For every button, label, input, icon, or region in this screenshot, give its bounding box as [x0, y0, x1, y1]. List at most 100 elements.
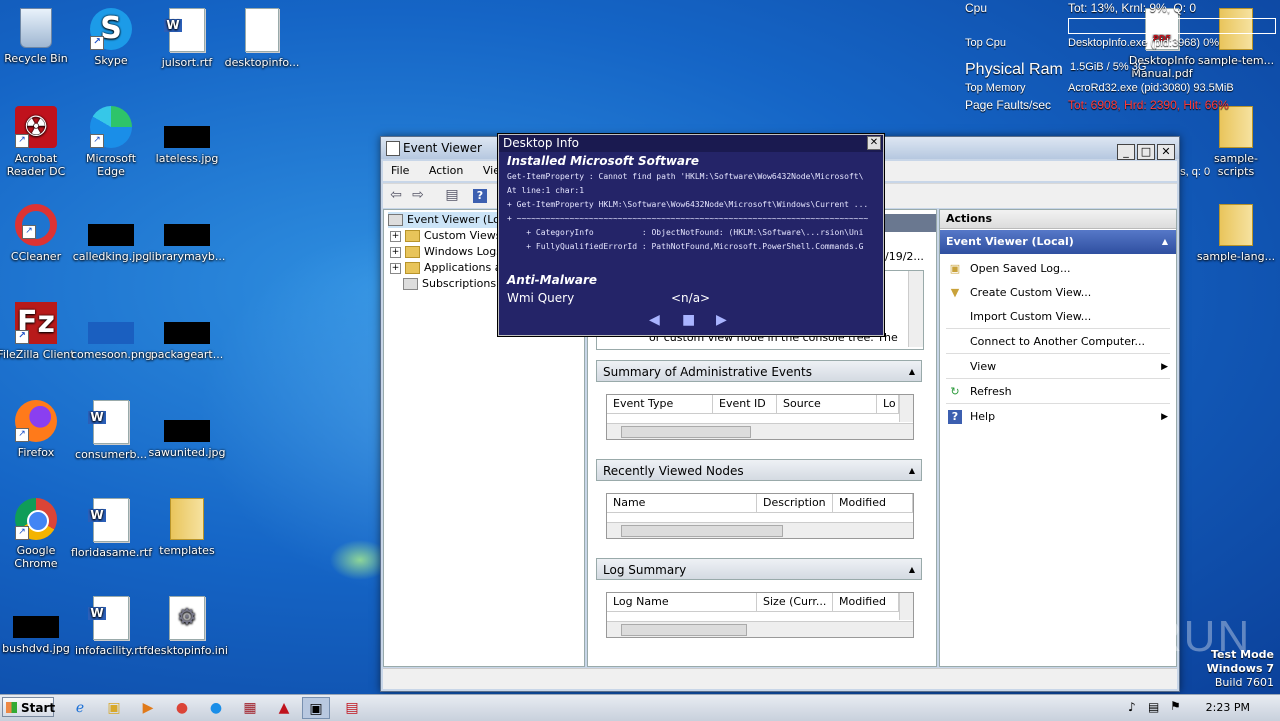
collapse-icon[interactable]: ▲ — [909, 559, 915, 581]
scroll-thumb[interactable] — [621, 525, 783, 537]
desktop-icon-desktopinfo-ini[interactable]: ⚙ desktopinfo.ini — [147, 596, 228, 657]
acrobat-icon[interactable]: ▲ — [270, 697, 298, 719]
action-import-custom-view[interactable]: Import Custom View... — [946, 306, 1170, 328]
section-recent-nodes[interactable]: Recently Viewed Nodes ▲ — [596, 459, 922, 481]
column-modified[interactable]: Modified — [833, 494, 913, 512]
action-help[interactable]: ? Help ▶ — [946, 406, 1170, 428]
menu-action[interactable]: Action — [421, 161, 471, 181]
expand-icon[interactable]: + — [390, 230, 401, 242]
edge-icon[interactable]: ● — [202, 697, 230, 719]
volume-icon[interactable]: ♪ — [1128, 700, 1136, 714]
network-icon[interactable]: ▤ — [1148, 700, 1159, 714]
column-description[interactable]: Description — [757, 494, 833, 512]
collapse-icon[interactable]: ▲ — [909, 460, 915, 482]
column-event-type[interactable]: Event Type — [607, 395, 713, 413]
admin-events-grid[interactable]: Event Type Event ID Source Lo — [606, 394, 914, 440]
desktop-icon-comesoon[interactable]: comesoon.png — [71, 302, 152, 361]
column-log-name[interactable]: Log Name — [607, 593, 757, 611]
desktop-icon-bushdvd[interactable]: bushdvd.jpg — [0, 604, 76, 655]
desktop-icon-filezilla[interactable]: Fz ↗ FileZilla Client — [0, 302, 76, 361]
desktop-icon-firefox[interactable]: ↗ Firefox — [0, 400, 76, 459]
section-log-summary[interactable]: Log Summary ▲ — [596, 558, 922, 580]
action-refresh[interactable]: ↻ Refresh — [946, 381, 1170, 403]
stop-icon[interactable]: ■ — [682, 312, 695, 328]
desktop-icon-label: packageart... — [150, 348, 224, 361]
console-tree-icon[interactable]: ▤ — [443, 187, 461, 204]
maximize-icon[interactable]: □ — [1137, 144, 1155, 160]
collapse-icon[interactable]: ▲ — [1162, 230, 1168, 254]
desktop-icon-label: Google Chrome — [14, 544, 58, 570]
media-player-icon[interactable]: ▶ — [134, 697, 162, 719]
column-source[interactable]: Source — [777, 395, 877, 413]
file-explorer-icon[interactable]: ▣ — [100, 697, 128, 719]
word-document-icon: W — [88, 596, 129, 640]
desktop-icon-label: floridasame.rtf — [71, 546, 153, 559]
desktop-icon-calledking[interactable]: calledking.jpg — [71, 204, 151, 263]
vertical-scrollbar[interactable] — [899, 593, 913, 620]
taskbar: Start ℯ ▣ ▶ ● ● ▦ ▲ ▣ ▤ ♪ ▤ ⚑ 2:23 PM — [0, 694, 1280, 721]
help-icon[interactable]: ? — [473, 189, 487, 203]
desktop-icon-floridasame[interactable]: W floridasame.rtf — [71, 498, 153, 559]
action-create-custom-view[interactable]: ▼ Create Custom View... — [946, 282, 1170, 304]
event-viewer-task-icon[interactable]: ▣ — [302, 697, 330, 719]
winrar-icon[interactable]: ▦ — [236, 697, 264, 719]
tree-item-subscriptions[interactable]: Subscriptions — [403, 276, 496, 292]
column-modified[interactable]: Modified — [833, 593, 899, 611]
tree-item-windows-logs[interactable]: + Windows Logs — [390, 244, 502, 260]
minimize-icon[interactable]: _ — [1117, 144, 1135, 160]
section-title: Recently Viewed Nodes — [603, 464, 744, 478]
action-view[interactable]: View ▶ — [946, 356, 1170, 378]
desktop-icon-packageart[interactable]: packageart... — [147, 302, 227, 361]
menu-file[interactable]: File — [383, 161, 417, 181]
internet-explorer-icon[interactable]: ℯ — [66, 697, 94, 719]
anti-malware-heading: Anti-Malware — [507, 273, 598, 287]
desktop-icon-label: FileZilla Client — [0, 348, 75, 361]
forward-arrow-icon[interactable]: ⇨ — [409, 187, 427, 204]
scroll-thumb[interactable] — [621, 426, 751, 438]
overview-scrollbar[interactable] — [908, 271, 923, 347]
expand-icon[interactable]: + — [390, 246, 401, 258]
desktop-info-titlebar[interactable]: Desktop Info ✕ — [499, 135, 883, 152]
horizontal-scrollbar[interactable] — [607, 522, 913, 538]
desktop-icon-infofacility[interactable]: W infofacility.rtf — [71, 596, 151, 657]
action-connect-computer[interactable]: Connect to Another Computer... — [946, 331, 1170, 353]
actions-subheader[interactable]: Event Viewer (Local) ▲ — [940, 230, 1176, 254]
column-name[interactable]: Name — [607, 494, 757, 512]
next-page-icon[interactable]: ▶ — [716, 312, 727, 328]
log-summary-grid[interactable]: Log Name Size (Curr... Modified — [606, 592, 914, 638]
section-admin-events[interactable]: Summary of Administrative Events ▲ — [596, 360, 922, 382]
previous-page-icon[interactable]: ◀ — [649, 312, 660, 328]
clock[interactable]: 2:23 PM — [1206, 695, 1250, 721]
horizontal-scrollbar[interactable] — [607, 621, 913, 637]
column-size[interactable]: Size (Curr... — [757, 593, 833, 611]
desktop-icon-templates[interactable]: templates — [147, 498, 227, 557]
close-icon[interactable]: ✕ — [1157, 144, 1175, 160]
collapse-icon[interactable]: ▲ — [909, 361, 915, 383]
chrome-icon[interactable]: ● — [168, 697, 196, 719]
tree-item-applications[interactable]: + Applications and — [390, 260, 515, 276]
desktop-icon-consumerb[interactable]: W consumerb... — [71, 400, 151, 461]
scroll-thumb[interactable] — [621, 624, 747, 636]
action-center-flag-icon[interactable]: ⚑ — [1170, 699, 1181, 713]
column-event-id[interactable]: Event ID — [713, 395, 777, 413]
date-fragment: 8/19/2... — [878, 250, 924, 263]
desktop-info-window[interactable]: Desktop Info ✕ Installed Microsoft Softw… — [498, 134, 884, 336]
desktop-icon-sample-lang[interactable]: sample-lang... — [1196, 204, 1276, 263]
desktop-icon-librarymayb[interactable]: librarymayb... — [147, 204, 227, 263]
expand-icon[interactable]: + — [390, 262, 401, 274]
close-icon[interactable]: ✕ — [867, 136, 881, 150]
tree-item-custom-views[interactable]: + Custom Views — [390, 228, 501, 244]
desktop-info-task-icon[interactable]: ▤ — [338, 697, 366, 719]
start-button[interactable]: Start — [2, 697, 55, 717]
horizontal-scrollbar[interactable] — [607, 423, 913, 439]
desktop-icon-ccleaner[interactable]: ↗ CCleaner — [0, 204, 76, 263]
desktop-icon-sawunited[interactable]: sawunited.jpg — [147, 400, 227, 459]
event-viewer-app-icon — [386, 141, 400, 156]
column-log[interactable]: Lo — [877, 395, 899, 413]
desktop-icon-chrome[interactable]: ↗ Google Chrome — [0, 498, 76, 570]
back-arrow-icon[interactable]: ⇦ — [387, 187, 405, 204]
system-monitor-overlay: Cpu Tot: 13%, Krnl: 9%, Q: 0 Top Cpu Des… — [0, 0, 1280, 178]
recent-nodes-grid[interactable]: Name Description Modified — [606, 493, 914, 539]
action-open-saved-log[interactable]: ▣ Open Saved Log... — [946, 258, 1170, 280]
vertical-scrollbar[interactable] — [899, 395, 913, 422]
